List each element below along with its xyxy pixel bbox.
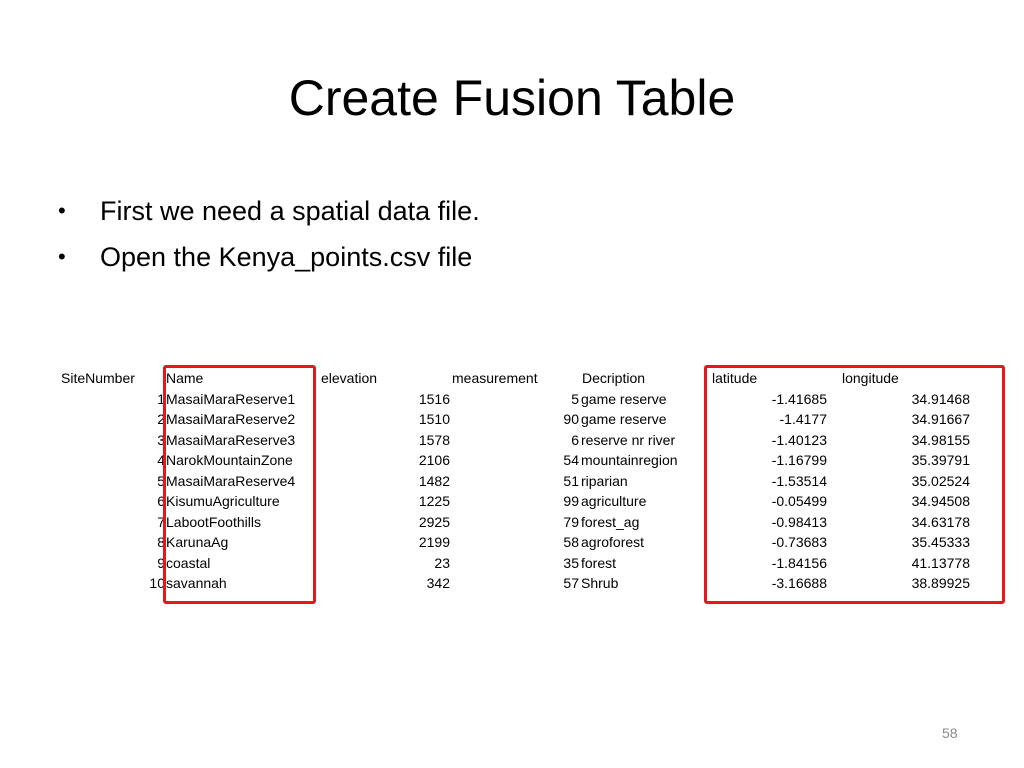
cell-description: riparian: [581, 472, 628, 489]
cell-sitenumber: 10: [149, 575, 165, 591]
header-elevation: elevation: [321, 370, 378, 386]
cell-elevation: 2199: [418, 534, 450, 550]
bullet-text: First we need a spatial data file.: [100, 196, 480, 226]
cell-measurement: 6: [571, 431, 579, 448]
cell-elevation: 1225: [418, 493, 450, 509]
cell-measurement: 58: [563, 534, 579, 550]
cell-measurement: 79: [563, 513, 579, 530]
cell-measurement: 35: [563, 554, 579, 571]
cell-elevation: 1578: [418, 431, 450, 448]
cell-description: mountainregion: [581, 452, 678, 468]
bullet-list: • First we need a spatial data file. • O…: [58, 188, 480, 280]
lat-lon-columns-highlight-box: [704, 365, 1005, 604]
cell-sitenumber: 5: [157, 472, 165, 489]
slide-title: Create Fusion Table: [288, 70, 736, 126]
cell-description: forest_ag: [581, 513, 640, 530]
cell-description: game reserve: [581, 390, 667, 407]
bullet-item: • Open the Kenya_points.csv file: [58, 234, 480, 280]
cell-measurement: 57: [563, 575, 579, 591]
cell-sitenumber: 3: [157, 431, 165, 448]
bullet-dot-icon: •: [58, 198, 66, 223]
cell-description: Shrub: [581, 575, 619, 591]
cell-description: reserve nr river: [581, 431, 676, 448]
cell-elevation: 2106: [418, 452, 450, 468]
cell-description: forest: [581, 554, 617, 571]
bullet-dot-icon: •: [58, 244, 66, 269]
header-sitenumber: SiteNumber: [61, 370, 135, 386]
cell-measurement: 51: [563, 472, 579, 489]
cell-sitenumber: 7: [157, 513, 165, 530]
cell-elevation: 23: [434, 554, 450, 571]
cell-description: game reserve: [581, 411, 667, 427]
cell-sitenumber: 4: [157, 452, 165, 468]
slide-number: 58: [942, 725, 958, 741]
cell-sitenumber: 1: [157, 390, 165, 407]
cell-description: agriculture: [581, 493, 647, 509]
name-column-highlight-box: [163, 365, 316, 604]
cell-sitenumber: 8: [157, 534, 165, 550]
cell-sitenumber: 9: [157, 554, 165, 571]
cell-measurement: 5: [571, 390, 579, 407]
cell-measurement: 99: [563, 493, 579, 509]
cell-elevation: 342: [426, 575, 450, 591]
cell-elevation: 1516: [418, 390, 450, 407]
header-description: Decription: [582, 370, 646, 386]
cell-elevation: 2925: [418, 513, 450, 530]
header-measurement: measurement: [452, 370, 538, 386]
cell-sitenumber: 2: [157, 411, 165, 427]
cell-sitenumber: 6: [157, 493, 165, 509]
cell-elevation: 1482: [418, 472, 450, 489]
cell-elevation: 1510: [418, 411, 450, 427]
cell-measurement: 90: [563, 411, 579, 427]
bullet-text: Open the Kenya_points.csv file: [100, 242, 473, 272]
bullet-item: • First we need a spatial data file.: [58, 188, 480, 234]
cell-description: agroforest: [581, 534, 645, 550]
cell-measurement: 54: [563, 452, 579, 468]
